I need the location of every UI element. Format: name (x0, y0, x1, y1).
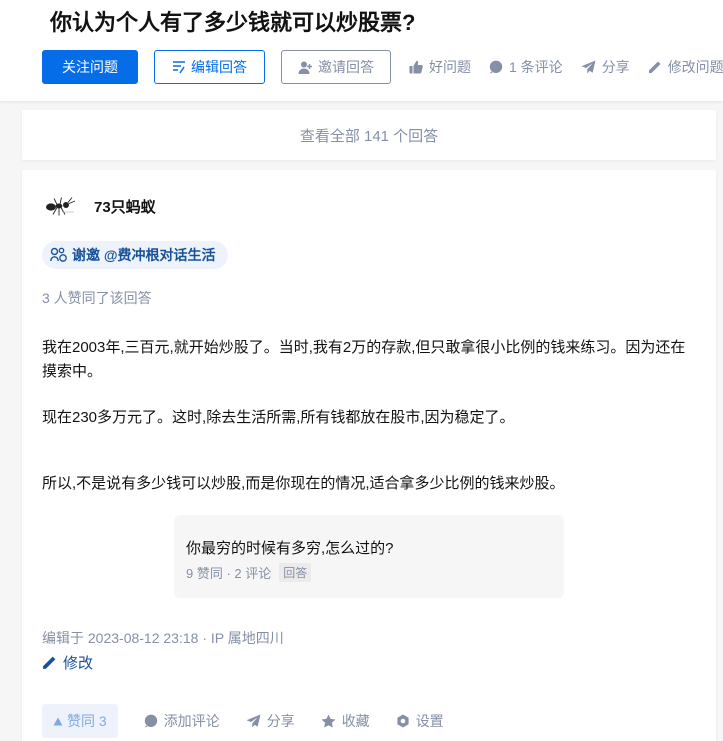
star-icon (321, 714, 336, 728)
paper-plane-icon (581, 60, 596, 74)
question-header: 你认为个人有了多少钱就可以炒股票? 关注问题 编辑回答 邀请回答 好问题 1 条… (0, 0, 723, 101)
answer-content: 我在2003年,三百元,就开始炒股了。当时,我有2万的存款,但只敢拿很小比例的钱… (42, 336, 692, 496)
edit-answer-label: 编辑回答 (191, 59, 247, 75)
related-stats: 9 赞同 · 2 评论 (186, 566, 272, 581)
answer-paragraph: 现在230多万元了。这时,除去生活所需,所有钱都放在股市,因为稳定了。 (42, 409, 515, 426)
modify-question-button[interactable]: 修改问题 (648, 57, 723, 77)
author-name[interactable]: 73只蚂蚁 (94, 196, 156, 217)
add-user-icon (298, 60, 313, 75)
invite-thanks-label: 谢邀 @费冲根对话生活 (72, 247, 216, 263)
invite-answer-button[interactable]: 邀请回答 (281, 50, 391, 84)
invite-answer-label: 邀请回答 (318, 59, 374, 75)
collect-button[interactable]: 收藏 (321, 711, 370, 731)
invite-people-icon (50, 247, 68, 263)
modify-answer-button[interactable]: 修改 (42, 652, 93, 673)
avatar[interactable] (42, 186, 80, 224)
question-share-button[interactable]: 分享 (581, 57, 630, 77)
edit-lines-icon (172, 60, 186, 74)
gear-icon (396, 714, 410, 728)
share-label: 分享 (266, 713, 295, 729)
share-button[interactable]: 分享 (246, 711, 295, 731)
comment-bubble-icon (489, 60, 503, 74)
related-answer-card[interactable]: 你最穷的时候有多穷,怎么过的? 9 赞同 · 2 评论 回答 (174, 515, 564, 598)
ant-icon (46, 197, 76, 216)
settings-label: 设置 (415, 713, 444, 729)
question-title: 你认为个人有了多少钱就可以炒股票? (50, 10, 416, 35)
related-meta: 9 赞同 · 2 评论 回答 (186, 563, 564, 582)
view-all-answers-link[interactable]: 查看全部 141 个回答 (22, 110, 716, 160)
question-comments-button[interactable]: 1 条评论 (489, 57, 563, 77)
answer-card: 73只蚂蚁 谢邀 @费冲根对话生活 3 人赞同了该回答 我在2003年,三百元,… (22, 170, 716, 741)
comment-bubble-icon (144, 714, 158, 728)
edited-time: 编辑于 2023-08-12 23:18 · IP 属地四川 (42, 630, 284, 646)
collect-label: 收藏 (341, 713, 370, 729)
question-comments-label: 1 条评论 (509, 59, 563, 75)
thumbs-up-icon (409, 60, 423, 74)
good-question-label: 好问题 (429, 59, 471, 75)
pencil-icon (648, 60, 662, 74)
answer-actions: 赞同 3 添加评论 分享 收藏 设置 (42, 704, 444, 738)
question-actions: 关注问题 编辑回答 邀请回答 好问题 1 条评论 分享 修改问题 (42, 50, 723, 84)
edit-answer-button[interactable]: 编辑回答 (154, 50, 265, 84)
pencil-icon (42, 655, 57, 670)
add-comment-label: 添加评论 (163, 713, 220, 729)
answer-paragraph: 所以,不是说有多少钱可以炒股,而是你现在的情况,适合拿多少比例的钱来炒股。 (42, 475, 565, 492)
settings-button[interactable]: 设置 (396, 711, 444, 731)
question-share-label: 分享 (601, 59, 630, 75)
related-type-tag: 回答 (279, 563, 312, 582)
add-comment-button[interactable]: 添加评论 (144, 711, 220, 731)
follow-question-button[interactable]: 关注问题 (42, 50, 138, 84)
vote-count-text: 3 人赞同了该回答 (42, 290, 152, 306)
paper-plane-icon (246, 714, 261, 728)
modify-question-label: 修改问题 (667, 59, 723, 75)
triangle-up-icon (53, 717, 63, 726)
invite-thanks-tag[interactable]: 谢邀 @费冲根对话生活 (42, 241, 228, 269)
upvote-button[interactable]: 赞同 3 (42, 704, 118, 738)
upvote-label: 赞同 3 (67, 713, 107, 729)
good-question-button[interactable]: 好问题 (409, 57, 471, 77)
related-question-title: 你最穷的时候有多穷,怎么过的? (186, 540, 394, 557)
answer-paragraph: 我在2003年,三百元,就开始炒股了。当时,我有2万的存款,但只敢拿很小比例的钱… (42, 339, 686, 380)
modify-answer-label: 修改 (63, 655, 94, 672)
